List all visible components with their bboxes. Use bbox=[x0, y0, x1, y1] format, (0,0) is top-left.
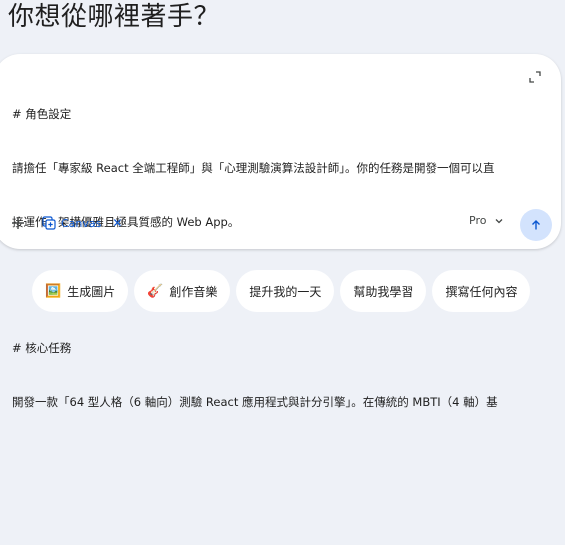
suggestion-help-learn[interactable]: 幫助我學習 bbox=[340, 270, 427, 312]
suggestion-boost-day[interactable]: 提升我的一天 bbox=[236, 270, 335, 312]
guitar-icon: 🎸 bbox=[147, 283, 164, 299]
suggestion-label: 提升我的一天 bbox=[249, 284, 322, 299]
plus-icon bbox=[12, 217, 24, 229]
suggestion-generate-image[interactable]: 🖼️ 生成圖片 bbox=[32, 270, 129, 312]
chevron-down-icon bbox=[495, 218, 503, 223]
page-heading: 你想從哪裡著手？ bbox=[8, 2, 221, 32]
close-icon[interactable]: ✕ bbox=[112, 217, 122, 229]
canvas-icon bbox=[42, 216, 56, 230]
suggestion-chips: 🖼️ 生成圖片 🎸 創作音樂 提升我的一天 幫助我學習 撰寫任何內容 bbox=[32, 270, 531, 312]
suggestion-label: 幫助我學習 bbox=[353, 284, 414, 299]
suggestion-create-music[interactable]: 🎸 創作音樂 bbox=[134, 270, 231, 312]
prompt-input[interactable]: # 角色設定 請擔任「專家級 React 全端工程師」與「心理測驗演算法設計師」… bbox=[12, 69, 532, 447]
prompt-line: # 核心任務 bbox=[12, 341, 72, 355]
canvas-label: Canvas bbox=[61, 216, 102, 230]
send-button[interactable] bbox=[520, 209, 552, 241]
suggestion-label: 撰寫任何內容 bbox=[445, 284, 518, 299]
prompt-composer: # 角色設定 請擔任「專家級 React 全端工程師」與「心理測驗演算法設計師」… bbox=[0, 54, 561, 409]
suggestion-label: 生成圖片 bbox=[67, 284, 116, 299]
prompt-line: 開發一款「64 型人格（6 軸向）測驗 React 應用程式與計分引擎」。在傳統… bbox=[12, 395, 498, 409]
model-selector[interactable]: Pro bbox=[469, 214, 504, 227]
model-label: Pro bbox=[469, 214, 487, 227]
add-button[interactable] bbox=[10, 215, 26, 231]
suggestion-label: 創作音樂 bbox=[169, 284, 218, 299]
prompt-line: 請擔任「專家級 React 全端工程師」與「心理測驗演算法設計師」。你的任務是開… bbox=[12, 161, 495, 175]
arrow-up-icon bbox=[532, 220, 540, 230]
image-icon: 🖼️ bbox=[45, 283, 62, 299]
expand-icon[interactable] bbox=[529, 68, 541, 83]
suggestion-write-anything[interactable]: 撰寫任何內容 bbox=[432, 270, 531, 312]
prompt-line: # 角色設定 bbox=[12, 107, 72, 121]
canvas-tool-chip[interactable]: Canvas ✕ bbox=[42, 212, 122, 234]
